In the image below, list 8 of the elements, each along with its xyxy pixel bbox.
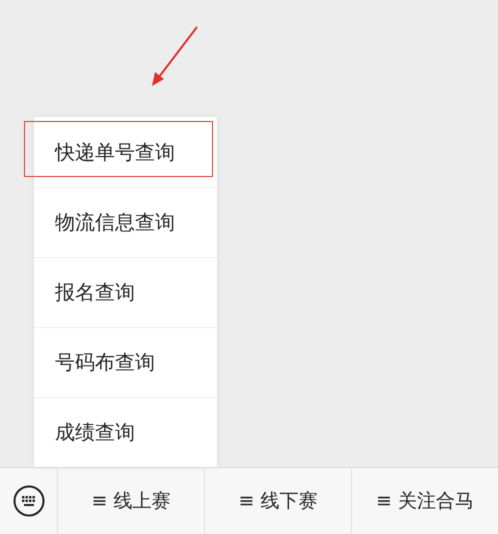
menu-tab[interactable]: ≡ 线下赛 [205,468,352,534]
menu-item[interactable]: 快递单号查询 [34,117,217,187]
menu-tab[interactable]: ≡ 线上赛 [58,468,205,534]
keyboard-icon[interactable] [12,485,44,517]
menu-tab[interactable]: ≡ 关注合马 [352,468,498,534]
menu-item[interactable]: 报名查询 [34,257,217,327]
menu-item[interactable]: 号码布查询 [34,327,217,397]
menu-item[interactable]: 物流信息查询 [34,187,217,257]
